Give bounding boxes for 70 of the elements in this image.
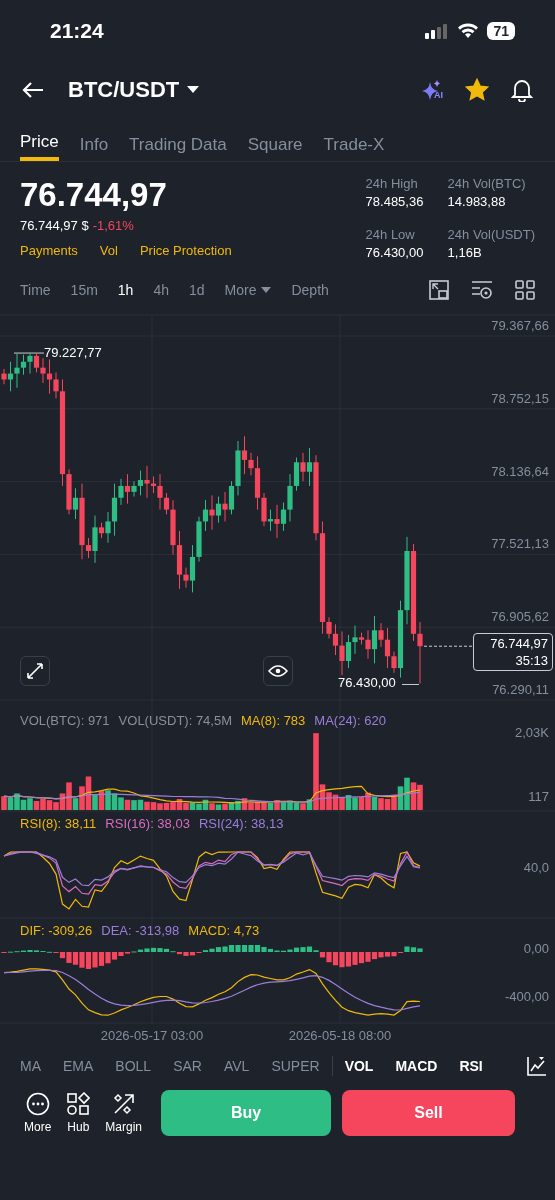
tab[interactable]: Info xyxy=(79,128,109,161)
stat-value: 1,16B xyxy=(447,245,483,260)
interval-tab[interactable]: Depth xyxy=(291,282,329,298)
legend-value: VOL(USDT): 74,5M xyxy=(118,713,232,728)
stat-value: 78.485,36 xyxy=(365,194,425,209)
interval-tab[interactable]: 1h xyxy=(117,282,134,298)
action-button[interactable]: More xyxy=(24,1092,52,1134)
info-link[interactable]: Price Protection xyxy=(139,243,232,258)
interval-tab[interactable]: 1d xyxy=(189,282,205,298)
interval-tab[interactable]: 4h xyxy=(153,282,169,298)
interval-tab[interactable]: Time xyxy=(20,282,51,298)
legend-value: MA(8): 783 xyxy=(241,713,306,728)
indicator-tab[interactable]: MA xyxy=(20,1058,41,1074)
current-price: 76.744,97 xyxy=(490,636,548,652)
stat-label: 24h Vol(BTC) xyxy=(447,176,527,191)
indicator-tab[interactable]: EMA xyxy=(63,1058,94,1074)
tab[interactable]: Square xyxy=(247,128,303,161)
price-axis-label: 76.290,11 xyxy=(492,682,549,697)
legend-value: VOL(BTC): 971 xyxy=(20,713,110,728)
last-price: 76.744,97 xyxy=(20,176,168,214)
legend-value: RSI(24): 38,13 xyxy=(198,816,284,831)
legend-value: DIF: -309,26 xyxy=(20,923,93,938)
interval-tab[interactable]: 15m xyxy=(70,282,98,298)
stat-label: 24h Low xyxy=(365,227,416,242)
action-button[interactable]: Hub xyxy=(66,1092,91,1134)
indicator-tab[interactable]: SUPER xyxy=(271,1058,320,1074)
action-button[interactable]: Margin xyxy=(105,1092,143,1134)
sell-button[interactable]: Sell xyxy=(342,1090,516,1136)
low-price-label: 76.430,00 xyxy=(338,675,396,691)
price-change: -1,61% xyxy=(92,218,134,233)
indicator-tab[interactable]: SAR xyxy=(173,1058,202,1074)
price-axis-label: 77.521,13 xyxy=(491,536,549,552)
stat-value: 76.430,00 xyxy=(365,245,425,260)
macd-axis-label: -400,00 xyxy=(504,989,549,1004)
legend-value: MACD: 4,73 xyxy=(188,923,260,938)
interval-tab[interactable]: More xyxy=(224,282,272,298)
tab[interactable]: Trade-X xyxy=(323,128,385,161)
ai-button[interactable]: AI xyxy=(422,80,443,100)
time-axis-label: 2026-05-17 03:00 xyxy=(100,1028,204,1043)
high-price-label: 79.227,77 xyxy=(44,344,102,360)
indicator-tab[interactable]: MACD xyxy=(395,1058,438,1074)
candle-countdown: 35:13 xyxy=(515,653,548,669)
tab[interactable]: Price xyxy=(20,128,59,161)
price-axis-label: 79.367,66 xyxy=(491,318,549,333)
info-link[interactable]: Vol xyxy=(99,243,118,258)
stat-value: 14.983,88 xyxy=(447,194,507,209)
volume-axis-label: 2,03K xyxy=(515,725,549,740)
fiat-price: 76.744,97 $ xyxy=(20,218,89,233)
indicator-tab[interactable]: RSI xyxy=(459,1058,483,1074)
price-axis-label: 78.752,15 xyxy=(491,390,549,406)
legend-value: DEA: -313,98 xyxy=(101,923,180,938)
indicator-tab[interactable]: VOL xyxy=(344,1058,374,1074)
price-axis-label: 76.905,62 xyxy=(491,609,549,625)
macd-axis-label: 0,00 xyxy=(523,941,549,956)
indicator-tab[interactable]: AVL xyxy=(223,1058,250,1074)
legend-value: MA(24): 620 xyxy=(314,713,386,728)
battery-indicator: 71 xyxy=(487,22,515,40)
price-axis-label: 78.136,64 xyxy=(491,463,549,479)
info-link[interactable]: Payments xyxy=(20,243,78,258)
stat-label: 24h High xyxy=(365,176,419,191)
legend-value: RSI(8): 38,11 xyxy=(20,816,97,831)
stat-label: 24h Vol(USDT) xyxy=(447,227,535,242)
tab[interactable]: Trading Data xyxy=(129,128,227,161)
volume-axis-label: 117 xyxy=(528,789,549,804)
legend-value: RSI(16): 38,03 xyxy=(105,816,190,831)
status-time: 21:24 xyxy=(50,19,104,43)
pair-selector[interactable]: BTC/USDT xyxy=(68,77,200,103)
rsi-axis-label: 40,0 xyxy=(523,860,549,875)
time-axis-label: 2026-05-18 08:00 xyxy=(288,1028,392,1043)
indicator-tab[interactable]: BOLL xyxy=(115,1058,152,1074)
